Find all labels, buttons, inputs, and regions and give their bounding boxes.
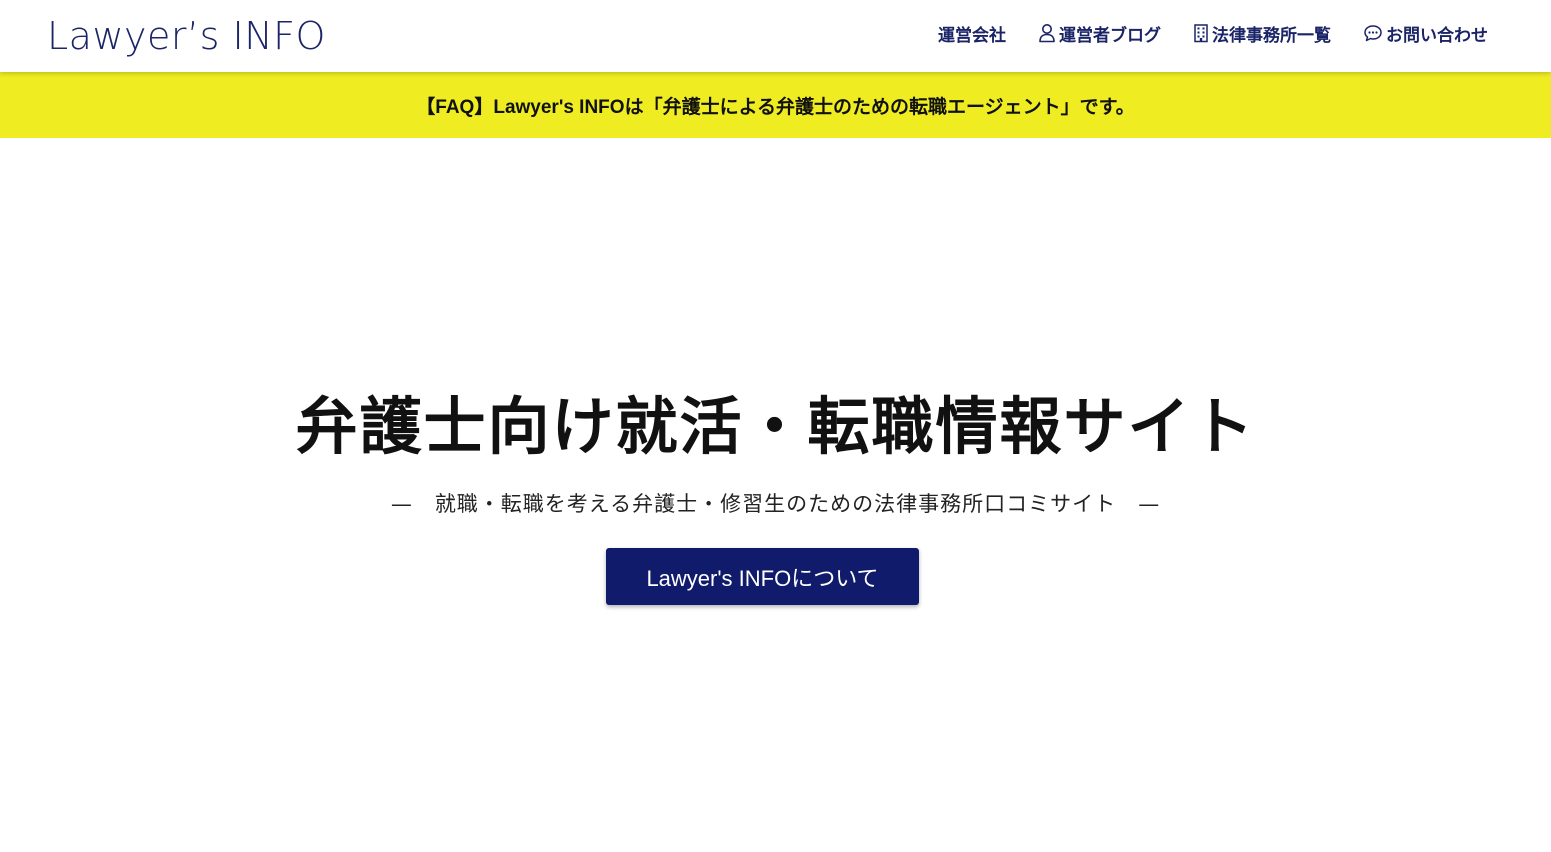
site-logo[interactable]: Lawyer’s INFO: [47, 12, 326, 60]
faq-banner-link[interactable]: 【FAQ】Lawyer's INFOは「弁護士による弁護士のための転職エージェン…: [416, 92, 1134, 119]
hero-subtitle-text: 就職・転職を考える弁護士・修習生のための法律事務所口コミサイト: [434, 492, 1117, 516]
about-button[interactable]: Lawyer's INFOについて: [606, 548, 919, 605]
nav-item-company[interactable]: 運営会社: [938, 21, 1006, 46]
chat-bubble-icon: [1363, 23, 1383, 43]
nav-item-label: お問い合わせ: [1386, 25, 1488, 46]
site-header: Lawyer’s INFO 運営会社 運営者ブログ 法律事務所一覧 お問い合わせ: [0, 0, 1551, 72]
hero-section: 弁護士向け就活・転職情報サイト — 就職・転職を考える弁護士・修習生のための法律事…: [0, 138, 1551, 852]
nav-item-contact[interactable]: お問い合わせ: [1363, 21, 1488, 46]
subtitle-dash-left: —: [390, 492, 413, 516]
nav-item-label: 運営者ブログ: [1059, 25, 1161, 46]
nav-item-label: 法律事務所一覧: [1212, 25, 1331, 46]
nav-item-blog[interactable]: 運営者ブログ: [1038, 21, 1161, 46]
subtitle-dash-right: —: [1138, 492, 1161, 516]
main-nav: 運営会社 運営者ブログ 法律事務所一覧 お問い合わせ: [938, 20, 1488, 46]
nav-item-law-firms[interactable]: 法律事務所一覧: [1193, 21, 1331, 46]
faq-banner: 【FAQ】Lawyer's INFOは「弁護士による弁護士のための転職エージェン…: [0, 72, 1551, 138]
user-icon: [1038, 23, 1056, 43]
building-icon: [1193, 23, 1209, 43]
hero-title: 弁護士向け就活・転職情報サイト: [295, 390, 1256, 463]
hero-subtitle: — 就職・転職を考える弁護士・修習生のための法律事務所口コミサイト —: [0, 488, 1551, 520]
nav-item-label: 運営会社: [938, 25, 1006, 46]
